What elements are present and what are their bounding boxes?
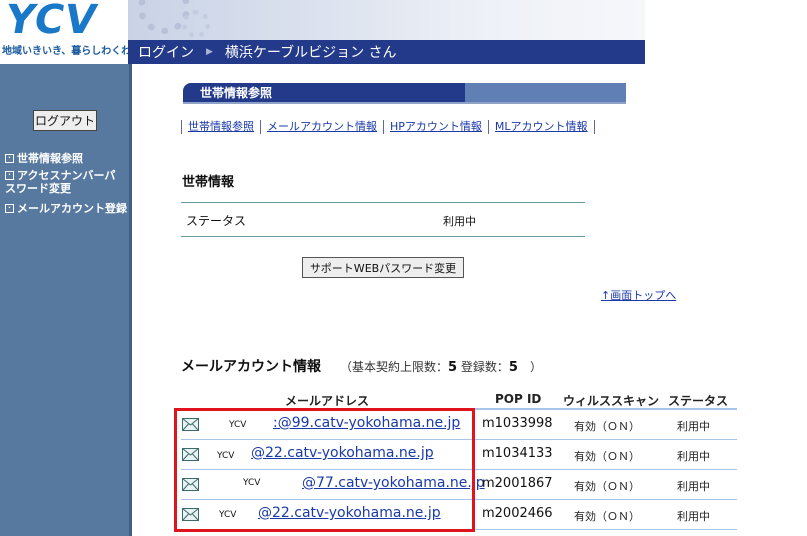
divider	[181, 236, 585, 237]
nav-login-label: ログイン	[138, 45, 194, 61]
meta-middle: 登録数：	[457, 360, 509, 374]
section-title: 世帯情報参照	[200, 86, 273, 100]
sidebar-item-label: アクセスナンバーパスワード変更	[5, 169, 116, 195]
expand-box-icon: ·	[5, 203, 14, 213]
nav-bar: ログイン ▶ 横浜ケーブルビジョン さん	[128, 40, 645, 64]
gear-icon	[182, 10, 210, 38]
column-header-pop-id: POP ID	[495, 392, 542, 406]
support-password-change-button[interactable]: サポートWEBパスワード変更	[302, 257, 464, 278]
column-header-address: メールアドレス	[285, 394, 370, 408]
account-status: 利用中	[677, 480, 710, 493]
virus-scan-status: 有効（ＯＮ）	[574, 480, 640, 493]
pop-id: m2001867	[482, 476, 553, 491]
meta-prefix: （基本契約上限数：	[340, 360, 449, 374]
virus-scan-status: 有効（ＯＮ）	[574, 450, 640, 463]
highlight-box	[174, 408, 475, 532]
column-header-status: ステータス	[668, 394, 729, 408]
nav-user-name: 横浜ケーブルビジョン さん	[224, 45, 397, 61]
tagline: 地域いきいき、暮らしわくわく	[2, 46, 142, 57]
expand-box-icon: ·	[5, 153, 14, 163]
household-title: 世帯情報	[182, 175, 235, 190]
limit-count: 5	[448, 360, 458, 375]
sidebar-item-household-info[interactable]: · 世帯情報参照	[5, 152, 83, 165]
pop-id: m2002466	[482, 506, 553, 521]
logo: YCV	[1, 0, 101, 43]
pop-id: m1033998	[482, 416, 553, 431]
sidebar-item-mail-register[interactable]: · メールアカウント登録	[5, 202, 127, 215]
arrow-right-icon: ▶	[206, 47, 213, 57]
status-value: 利用中	[443, 215, 476, 228]
account-status: 利用中	[677, 510, 710, 523]
sidebar-item-label: 世帯情報参照	[17, 152, 83, 165]
section-header-bar-accent	[465, 83, 626, 104]
tab-ml-account[interactable]: MLアカウント情報	[487, 120, 595, 134]
back-to-top-link[interactable]: ↑画面トップへ	[601, 287, 676, 303]
mail-account-title: メールアカウント情報	[181, 359, 321, 375]
tab-household-info[interactable]: 世帯情報参照	[181, 120, 260, 134]
account-status: 利用中	[677, 420, 710, 433]
mail-account-counts: （基本契約上限数：5 登録数：5 ）	[340, 358, 542, 375]
expand-box-icon: ·	[5, 170, 14, 180]
sidebar-edge	[129, 64, 132, 536]
tab-links: 世帯情報参照 メールアカウント情報 HPアカウント情報 MLアカウント情報	[181, 120, 595, 134]
virus-scan-status: 有効（ＯＮ）	[574, 510, 640, 523]
account-status: 利用中	[677, 450, 710, 463]
tab-hp-account[interactable]: HPアカウント情報	[383, 120, 488, 134]
sidebar	[0, 64, 129, 536]
registered-count: 5	[508, 360, 518, 375]
virus-scan-status: 有効（ＯＮ）	[574, 420, 640, 433]
sidebar-item-access-password[interactable]: · アクセスナンバーパスワード変更	[5, 169, 125, 195]
meta-suffix: ）	[517, 360, 542, 374]
tab-mail-account[interactable]: メールアカウント情報	[260, 120, 383, 134]
sidebar-item-label: メールアカウント登録	[17, 202, 127, 215]
divider	[181, 202, 585, 203]
column-header-virus-scan: ウィルススキャン	[563, 394, 660, 408]
pop-id: m1034133	[482, 446, 553, 461]
logout-button[interactable]: ログアウト	[33, 110, 97, 131]
status-label: ステータス	[186, 214, 247, 228]
